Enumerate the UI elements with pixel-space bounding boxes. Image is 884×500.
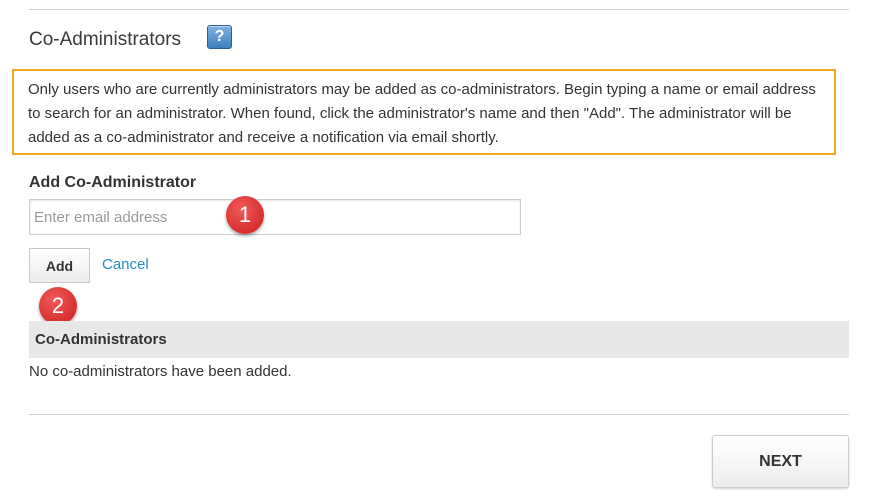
question-mark-icon[interactable]: ? bbox=[207, 25, 232, 49]
add-co-administrator-label: Add Co-Administrator bbox=[29, 174, 197, 191]
top-divider bbox=[29, 9, 849, 10]
info-message-box: Only users who are currently administrat… bbox=[12, 69, 836, 155]
annotation-badge-2: 2 bbox=[39, 287, 77, 325]
cancel-link[interactable]: Cancel bbox=[102, 255, 149, 275]
bottom-divider bbox=[29, 414, 849, 415]
next-button[interactable]: NEXT bbox=[712, 435, 849, 488]
empty-list-message: No co-administrators have been added. bbox=[29, 363, 292, 380]
section-title: Co-Administrators bbox=[29, 29, 182, 50]
email-input[interactable] bbox=[29, 199, 521, 235]
add-button[interactable]: Add bbox=[29, 248, 90, 283]
annotation-badge-1: 1 bbox=[226, 196, 264, 234]
co-administrators-list-header: Co-Administrators bbox=[29, 321, 849, 358]
